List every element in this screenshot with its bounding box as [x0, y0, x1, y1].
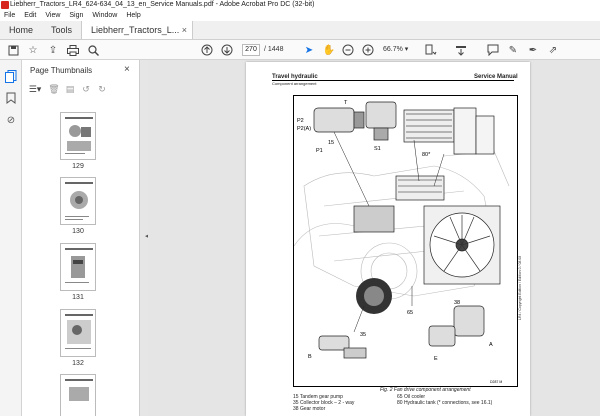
attachment-icon[interactable]: ⊘ [4, 114, 18, 128]
fan-drive-drawing: P2 P2(A) P1 15 S1 80* 65 38 35 B A E T D… [294, 100, 510, 384]
thumbnail-label: 132 [72, 360, 84, 367]
legend-item: 80 Hydraulic tank (* connections, see 16… [397, 400, 493, 406]
figure-caption: Fig. 2 Fan drive component arrangement [380, 387, 471, 393]
label-80: 80* [422, 152, 431, 158]
thumbnail-label: 131 [72, 294, 84, 301]
menu-file[interactable]: File [4, 10, 15, 21]
legend-item: 38 Gear motor [293, 406, 326, 412]
page-layout-icon[interactable] [424, 43, 438, 57]
page-thumbnails-icon[interactable] [4, 70, 18, 84]
thumbnail-label: 129 [72, 163, 84, 170]
sign-icon[interactable]: ✒ [526, 43, 540, 57]
tab-document[interactable]: Liebherr_Tractors_L... × [81, 21, 194, 39]
left-nav-rail: ⊘ [0, 60, 22, 416]
upload-icon[interactable]: ⇪ [46, 43, 60, 57]
menu-edit[interactable]: Edit [24, 10, 36, 21]
tab-home[interactable]: Home [0, 21, 42, 39]
menu-window[interactable]: Window [92, 10, 117, 21]
technical-figure: P2 P2(A) P1 15 S1 80* 65 38 35 B A E T D… [293, 95, 518, 387]
label-p2: P2 [297, 118, 304, 124]
delete-page-icon[interactable]: 🗑 [48, 83, 60, 95]
search-icon[interactable] [86, 43, 100, 57]
label-b: B [308, 354, 312, 360]
rotate-left-icon[interactable]: ↺ [80, 83, 92, 95]
next-page-icon[interactable] [220, 43, 234, 57]
label-p2a: P2(A) [297, 126, 311, 132]
tab-bar: Home Tools Liebherr_Tractors_L... × [0, 21, 600, 40]
menu-sign[interactable]: Sign [69, 10, 83, 21]
page-number-input[interactable]: 270 [242, 44, 260, 56]
thumbnail-page-132[interactable] [60, 309, 96, 357]
label-e: E [434, 356, 438, 362]
label-38: 38 [454, 300, 460, 306]
hand-tool-icon[interactable]: ✋ [322, 43, 336, 57]
figure-number: D287 M [490, 380, 502, 384]
label-35: 35 [360, 332, 366, 338]
panel-close-icon[interactable]: × [124, 64, 130, 75]
bookmark-icon[interactable] [4, 92, 18, 106]
thumbnail-page-130[interactable] [60, 177, 96, 225]
zoom-in-icon[interactable] [361, 43, 375, 57]
menu-view[interactable]: View [45, 10, 60, 21]
side-print: LR4 / Copyright Edition / Edition 0 / 08… [518, 255, 522, 320]
tab-tools[interactable]: Tools [42, 21, 81, 39]
page-subheader: Component arrangement [272, 81, 317, 86]
thumbnail-options-icon[interactable]: ☰▾ [26, 83, 44, 95]
pdf-page: Travel hydraulic Service Manual Componen… [246, 62, 530, 416]
panel-title: Page Thumbnails [30, 66, 93, 75]
thumbnail-list: 129 130 131 132 [22, 100, 140, 416]
rotate-right-icon[interactable]: ↻ [96, 83, 108, 95]
label-t: T [344, 100, 348, 106]
zoom-out-icon[interactable] [341, 43, 355, 57]
label-p1: P1 [316, 148, 323, 154]
label-15: 15 [328, 140, 334, 146]
label-s1: S1 [374, 146, 381, 152]
star-icon[interactable]: ☆ [26, 43, 40, 57]
comment-icon[interactable] [486, 43, 500, 57]
figure-legend: 15 Tandem gear pump 65 Oil cooler 35 Col… [293, 394, 523, 412]
main-toolbar: ☆ ⇪ 270 / 1448 ➤ ✋ 66.7% ▾ ✎ ✒ ⇗ [0, 40, 600, 60]
save-icon[interactable] [6, 43, 20, 57]
legend-row: 38 Gear motor [293, 406, 523, 412]
print-icon[interactable] [66, 43, 80, 57]
page-thumbnails-panel: Page Thumbnails × ☰▾ 🗑 ▤ ↺ ↻ 129 130 131 [22, 60, 161, 416]
previous-page-icon[interactable] [200, 43, 214, 57]
thumbnail-label: 130 [72, 228, 84, 235]
zoom-level-select[interactable]: 66.7% ▾ [383, 44, 413, 56]
thumbnail-page-next[interactable] [60, 374, 96, 416]
tab-document-label: Liebherr_Tractors_L... [91, 25, 180, 35]
acrobat-window: Liebherr_Tractors_LR4_624-634_04_13_en_S… [0, 0, 600, 416]
panel-toolbar: ☰▾ 🗑 ▤ ↺ ↻ [26, 82, 138, 96]
thumbnail-page-131[interactable] [60, 243, 96, 291]
scroll-mode-icon[interactable] [454, 43, 468, 57]
share-icon[interactable]: ⇗ [546, 43, 560, 57]
label-65: 65 [407, 310, 413, 316]
page-total: / 1448 [264, 46, 284, 53]
tab-close-icon[interactable]: × [182, 21, 187, 39]
zoom-level-value: 66.7% [383, 46, 403, 53]
insert-page-icon[interactable]: ▤ [64, 83, 76, 95]
window-title: Liebherr_Tractors_LR4_624-634_04_13_en_S… [10, 1, 315, 8]
acrobat-app-icon [1, 1, 9, 9]
label-a: A [489, 342, 493, 348]
select-cursor-icon[interactable]: ➤ [302, 43, 316, 57]
title-bar: Liebherr_Tractors_LR4_624-634_04_13_en_S… [0, 0, 600, 10]
menu-bar: File Edit View Sign Window Help [0, 10, 600, 21]
thumbnail-page-129[interactable] [60, 112, 96, 160]
menu-help[interactable]: Help [126, 10, 140, 21]
highlight-pen-icon[interactable]: ✎ [506, 43, 520, 57]
